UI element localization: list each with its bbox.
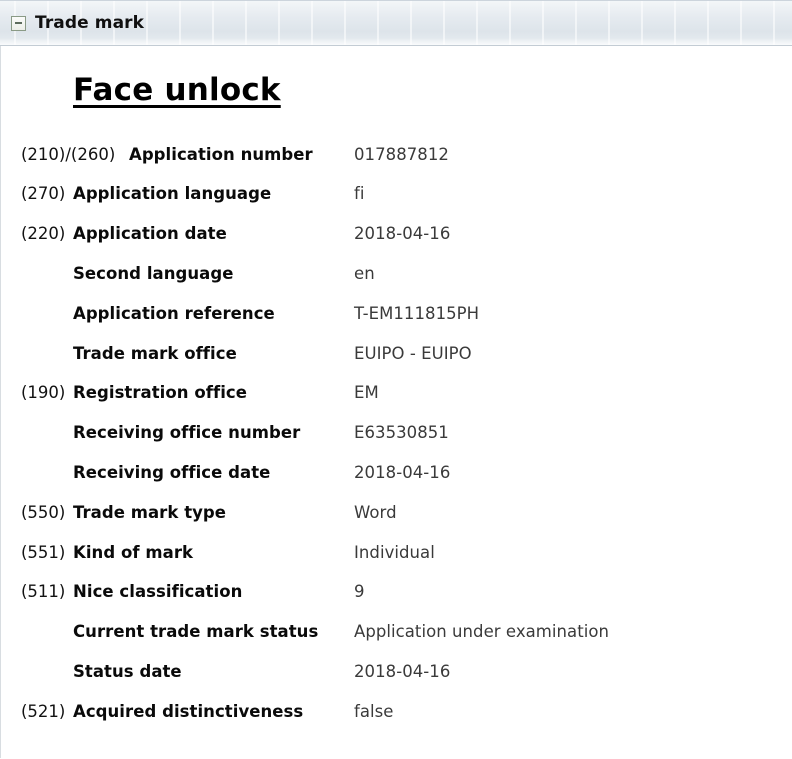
field-inid-code: (511) <box>21 582 66 602</box>
field-label: Current trade mark status <box>73 622 319 642</box>
field-label: Status date <box>73 662 182 681</box>
minus-glyph <box>15 22 22 24</box>
field-label: Trade mark office <box>73 343 237 363</box>
trade-mark-panel: Trade mark Face unlock (210)/(260) Applic… <box>0 0 792 759</box>
field-inid-code: (550) <box>21 502 66 522</box>
field-value: false <box>354 701 394 721</box>
field-inid-code: (210)/(260) <box>21 144 116 164</box>
field-value: EUIPO - EUIPO <box>354 343 472 363</box>
field-value: 2018-04-16 <box>354 224 451 244</box>
field-label: Second language <box>73 264 234 284</box>
field-inid-code: (190) <box>21 383 66 403</box>
field-row: Application reference T-EM111815PH <box>1 294 792 334</box>
field-value: Individual <box>354 542 435 562</box>
field-value: 2018-04-16 <box>354 662 451 681</box>
field-label: Application date <box>73 224 227 244</box>
trade-mark-fields-list: (210)/(260) Application number 017887812 (2… <box>1 135 792 732</box>
minus-square-icon[interactable] <box>11 15 26 31</box>
field-label: Receiving office date <box>73 463 271 483</box>
field-label: Kind of mark <box>73 542 194 562</box>
field-row: Trade mark office EUIPO - EUIPO <box>1 334 792 374</box>
field-value: 017887812 <box>354 144 449 164</box>
field-row: (551) Kind of mark Individual <box>1 533 792 573</box>
field-value: E63530851 <box>354 423 449 443</box>
field-label: Nice classification <box>73 582 243 602</box>
field-row: Receiving office date 2018-04-16 <box>1 453 792 493</box>
field-row: Status date 2018-04-16 <box>1 652 792 692</box>
field-row: (210)/(260) Application number 017887812 <box>1 135 792 175</box>
field-label: Trade mark type <box>73 502 227 522</box>
field-row: (190) Registration office EM <box>1 373 792 413</box>
field-value: Word <box>354 502 397 522</box>
field-label: Receiving office number <box>73 423 301 443</box>
field-label: Acquired distinctiveness <box>73 701 304 721</box>
field-row: Receiving office number E63530851 <box>1 413 792 453</box>
field-value: 9 <box>354 582 365 602</box>
field-inid-code: (521) <box>21 701 66 721</box>
field-row: Current trade mark status Application und… <box>1 612 792 652</box>
field-value: T-EM111815PH <box>354 303 480 323</box>
field-row: (550) Trade mark type Word <box>1 493 792 533</box>
field-row: Second language en <box>1 254 792 294</box>
field-label: Registration office <box>73 383 247 403</box>
panel-header-title: Trade mark <box>35 13 145 33</box>
field-value: Application under examination <box>354 622 610 642</box>
field-row: (270) Application language fi <box>1 174 792 214</box>
field-value: en <box>354 264 375 284</box>
panel-body: Face unlock (210)/(260) Application numbe… <box>0 46 792 758</box>
field-row: (511) Nice classification 9 <box>1 572 792 612</box>
field-inid-code: (220) <box>21 224 66 244</box>
field-value: 2018-04-16 <box>354 463 451 483</box>
field-inid-code: (551) <box>21 542 66 562</box>
mark-title-container: Face unlock <box>1 46 792 109</box>
field-label: Application language <box>73 184 272 204</box>
field-row: (521) Acquired distinctiveness false <box>1 692 792 732</box>
field-value: EM <box>354 383 379 403</box>
panel-header[interactable]: Trade mark <box>0 0 792 46</box>
trade-mark-name: Face unlock <box>73 72 281 108</box>
field-label: Application reference <box>73 303 275 323</box>
field-row: (220) Application date 2018-04-16 <box>1 214 792 254</box>
field-value: fi <box>354 184 365 204</box>
field-label: Application number <box>129 144 313 164</box>
field-inid-code: (270) <box>21 184 66 204</box>
